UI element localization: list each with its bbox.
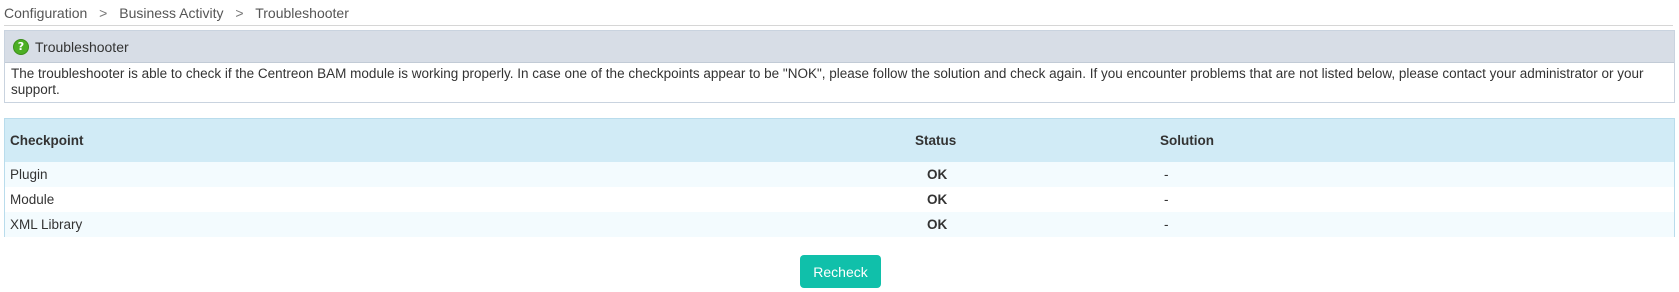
status-ok: OK [910,212,1155,237]
help-panel-header: ? Troubleshooter [5,31,1674,63]
solution-text: - [1155,187,1674,212]
help-icon: ? [13,38,29,55]
status-ok: OK [910,187,1155,212]
help-panel-title: Troubleshooter [35,38,129,55]
solution-text: - [1155,212,1674,237]
column-header-status: Status [910,119,1155,162]
breadcrumb: Configuration > Business Activity > Trou… [4,5,349,21]
table-row: Plugin OK - [5,162,1674,187]
breadcrumb-separator: > [235,5,244,21]
checkpoint-table: Checkpoint Status Solution Plugin OK - M… [4,118,1675,237]
breadcrumb-item-troubleshooter[interactable]: Troubleshooter [255,5,349,21]
status-ok: OK [910,162,1155,187]
table-row: Module OK - [5,187,1674,212]
column-header-checkpoint: Checkpoint [5,119,910,162]
help-panel: ? Troubleshooter The troubleshooter is a… [4,30,1675,103]
table-row: XML Library OK - [5,212,1674,237]
breadcrumb-divider [4,25,1673,26]
checkpoint-name: Plugin [5,162,910,187]
solution-text: - [1155,162,1674,187]
help-panel-text: The troubleshooter is able to check if t… [11,66,1644,97]
breadcrumb-item-configuration[interactable]: Configuration [4,5,87,21]
recheck-button[interactable]: Recheck [800,255,881,288]
breadcrumb-separator: > [99,5,108,21]
table-header-row: Checkpoint Status Solution [5,119,1674,162]
column-header-solution: Solution [1155,119,1674,162]
checkpoint-name: XML Library [5,212,910,237]
breadcrumb-item-business-activity[interactable]: Business Activity [119,5,223,21]
checkpoint-name: Module [5,187,910,212]
